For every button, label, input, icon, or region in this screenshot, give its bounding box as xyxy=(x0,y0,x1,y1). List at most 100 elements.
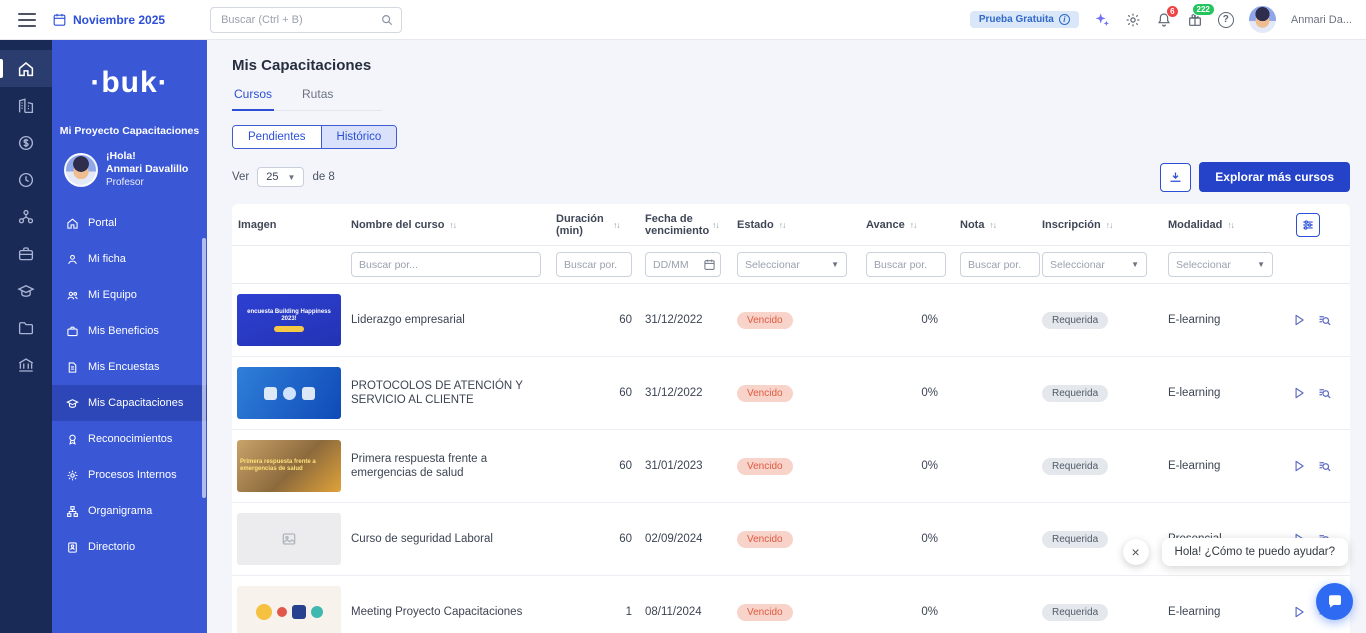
filter-nombre-input[interactable] xyxy=(351,252,541,277)
rail-company-icon[interactable] xyxy=(0,87,52,124)
course-due-date: 31/12/2022 xyxy=(645,387,737,399)
rail-payments-icon[interactable] xyxy=(0,124,52,161)
course-details-button[interactable] xyxy=(1317,459,1332,474)
sort-icon[interactable]: ↑↓ xyxy=(613,219,620,231)
table-header-row: Imagen Nombre del curso↑↓ Duración (min)… xyxy=(232,204,1350,246)
sidebar-item-mi-ficha[interactable]: Mi ficha xyxy=(52,241,207,277)
sidebar-menu: Portal Mi ficha Mi Equipo Mis Beneficios… xyxy=(52,205,207,565)
trial-badge[interactable]: Prueba Gratuita i xyxy=(970,11,1079,28)
sidebar-item-procesos-internos[interactable]: Procesos Internos xyxy=(52,457,207,493)
course-thumbnail: Primera respuesta frente a emergencias d… xyxy=(237,440,341,492)
table-row: Primera respuesta frente a emergencias d… xyxy=(232,430,1350,503)
course-duration: 60 xyxy=(556,314,645,326)
chat-close-button[interactable]: × xyxy=(1123,539,1149,565)
settings-gear-icon[interactable] xyxy=(1125,12,1141,28)
status-badge: Vencido xyxy=(737,458,793,475)
date-label: Noviembre 2025 xyxy=(73,13,165,27)
tab-rutas[interactable]: Rutas xyxy=(300,87,335,110)
explore-courses-button[interactable]: Explorar más cursos xyxy=(1199,162,1350,192)
sort-icon[interactable]: ↑↓ xyxy=(450,219,457,231)
enrollment-badge: Requerida xyxy=(1042,604,1108,621)
calendar-icon[interactable] xyxy=(703,258,716,271)
menu-toggle-button[interactable] xyxy=(18,13,36,27)
info-icon: i xyxy=(1059,14,1070,25)
sidebar-item-mis-encuestas[interactable]: Mis Encuestas xyxy=(52,349,207,385)
sidebar-item-organigrama[interactable]: Organigrama xyxy=(52,493,207,529)
col-nombre: Nombre del curso↑↓ xyxy=(351,219,556,231)
column-settings-button[interactable] xyxy=(1296,213,1320,237)
rail-benefits-icon[interactable] xyxy=(0,235,52,272)
rail-education-icon[interactable] xyxy=(0,272,52,309)
rewards-icon[interactable]: 222 xyxy=(1187,12,1203,28)
user-menu[interactable]: Anmari Da... xyxy=(1291,14,1352,26)
course-thumbnail-placeholder xyxy=(237,513,341,565)
filter-modalidad-select[interactable]: Seleccionar▼ xyxy=(1168,252,1273,277)
sidebar-item-directorio[interactable]: Directorio xyxy=(52,529,207,565)
course-details-button[interactable] xyxy=(1317,386,1332,401)
course-thumbnail xyxy=(237,586,341,633)
topbar-actions: Prueba Gratuita i 6 222 ? Anmari Da... xyxy=(970,6,1352,33)
play-course-button[interactable] xyxy=(1292,605,1306,619)
rail-talent-icon[interactable] xyxy=(0,198,52,235)
course-name: PROTOCOLOS DE ATENCIÓN Y SERVICIO AL CLI… xyxy=(351,379,556,407)
col-modalidad: Modalidad↑↓ xyxy=(1168,219,1292,231)
course-modality: E-learning xyxy=(1168,314,1292,326)
sidebar-item-reconocimientos[interactable]: Reconocimientos xyxy=(52,421,207,457)
credits-count-badge: 222 xyxy=(1192,3,1215,16)
status-badge: Vencido xyxy=(737,531,793,548)
play-course-button[interactable] xyxy=(1292,459,1306,473)
col-duracion: Duración (min)↑↓ xyxy=(556,213,645,237)
sidebar-item-label: Directorio xyxy=(88,541,135,553)
rail-documents-icon[interactable] xyxy=(0,309,52,346)
course-name: Primera respuesta frente a emergencias d… xyxy=(351,452,556,480)
help-icon[interactable]: ? xyxy=(1218,12,1234,28)
rail-finance-icon[interactable] xyxy=(0,346,52,383)
notifications-bell-icon[interactable]: 6 xyxy=(1156,12,1172,28)
sort-icon[interactable]: ↑↓ xyxy=(1106,219,1113,231)
rail-home-icon[interactable] xyxy=(0,50,52,87)
sort-icon[interactable]: ↑↓ xyxy=(1227,219,1234,231)
course-progress: 0% xyxy=(866,533,960,545)
filter-estado-select[interactable]: Seleccionar▼ xyxy=(737,252,847,277)
col-inscripcion: Inscripción↑↓ xyxy=(1042,219,1168,231)
col-imagen: Imagen xyxy=(232,219,351,231)
course-duration: 60 xyxy=(556,460,645,472)
sort-icon[interactable]: ↑↓ xyxy=(712,219,719,231)
courses-table: Imagen Nombre del curso↑↓ Duración (min)… xyxy=(232,204,1350,633)
sidebar-item-label: Mi Equipo xyxy=(88,289,137,301)
download-button[interactable] xyxy=(1160,163,1191,192)
sidebar-item-mi-equipo[interactable]: Mi Equipo xyxy=(52,277,207,313)
course-modality: E-learning xyxy=(1168,606,1292,618)
filter-avance-input[interactable] xyxy=(866,252,946,277)
sidebar-scrollbar[interactable] xyxy=(202,238,206,498)
sidebar-avatar[interactable] xyxy=(64,153,98,187)
tab-cursos[interactable]: Cursos xyxy=(232,87,274,111)
rail-time-icon[interactable] xyxy=(0,161,52,198)
pendientes-toggle[interactable]: Pendientes xyxy=(233,126,321,148)
sidebar-item-label: Mi ficha xyxy=(88,253,126,265)
sort-icon[interactable]: ↑↓ xyxy=(910,219,917,231)
sidebar-item-portal[interactable]: Portal xyxy=(52,205,207,241)
filter-duracion-input[interactable] xyxy=(556,252,632,277)
course-details-button[interactable] xyxy=(1317,313,1332,328)
date-picker[interactable]: Noviembre 2025 xyxy=(52,12,165,27)
sort-icon[interactable]: ↑↓ xyxy=(989,219,996,231)
status-toggle-group: Pendientes Histórico xyxy=(232,125,397,149)
page-size-select[interactable]: 25 ▼ xyxy=(257,167,304,187)
play-course-button[interactable] xyxy=(1292,313,1306,327)
sort-icon[interactable]: ↑↓ xyxy=(779,219,786,231)
user-avatar[interactable] xyxy=(1249,6,1276,33)
course-modality: E-learning xyxy=(1168,460,1292,472)
play-course-button[interactable] xyxy=(1292,386,1306,400)
sidebar-item-mis-beneficios[interactable]: Mis Beneficios xyxy=(52,313,207,349)
chat-button[interactable] xyxy=(1316,583,1353,620)
filter-inscripcion-select[interactable]: Seleccionar▼ xyxy=(1042,252,1147,277)
search-icon[interactable] xyxy=(380,13,394,27)
course-progress: 0% xyxy=(866,606,960,618)
ai-sparkle-icon[interactable] xyxy=(1094,12,1110,28)
course-progress: 0% xyxy=(866,314,960,326)
search-input[interactable] xyxy=(210,7,402,33)
sidebar-item-mis-capacitaciones[interactable]: Mis Capacitaciones xyxy=(52,385,207,421)
filter-nota-input[interactable] xyxy=(960,252,1040,277)
historico-toggle[interactable]: Histórico xyxy=(321,126,397,148)
